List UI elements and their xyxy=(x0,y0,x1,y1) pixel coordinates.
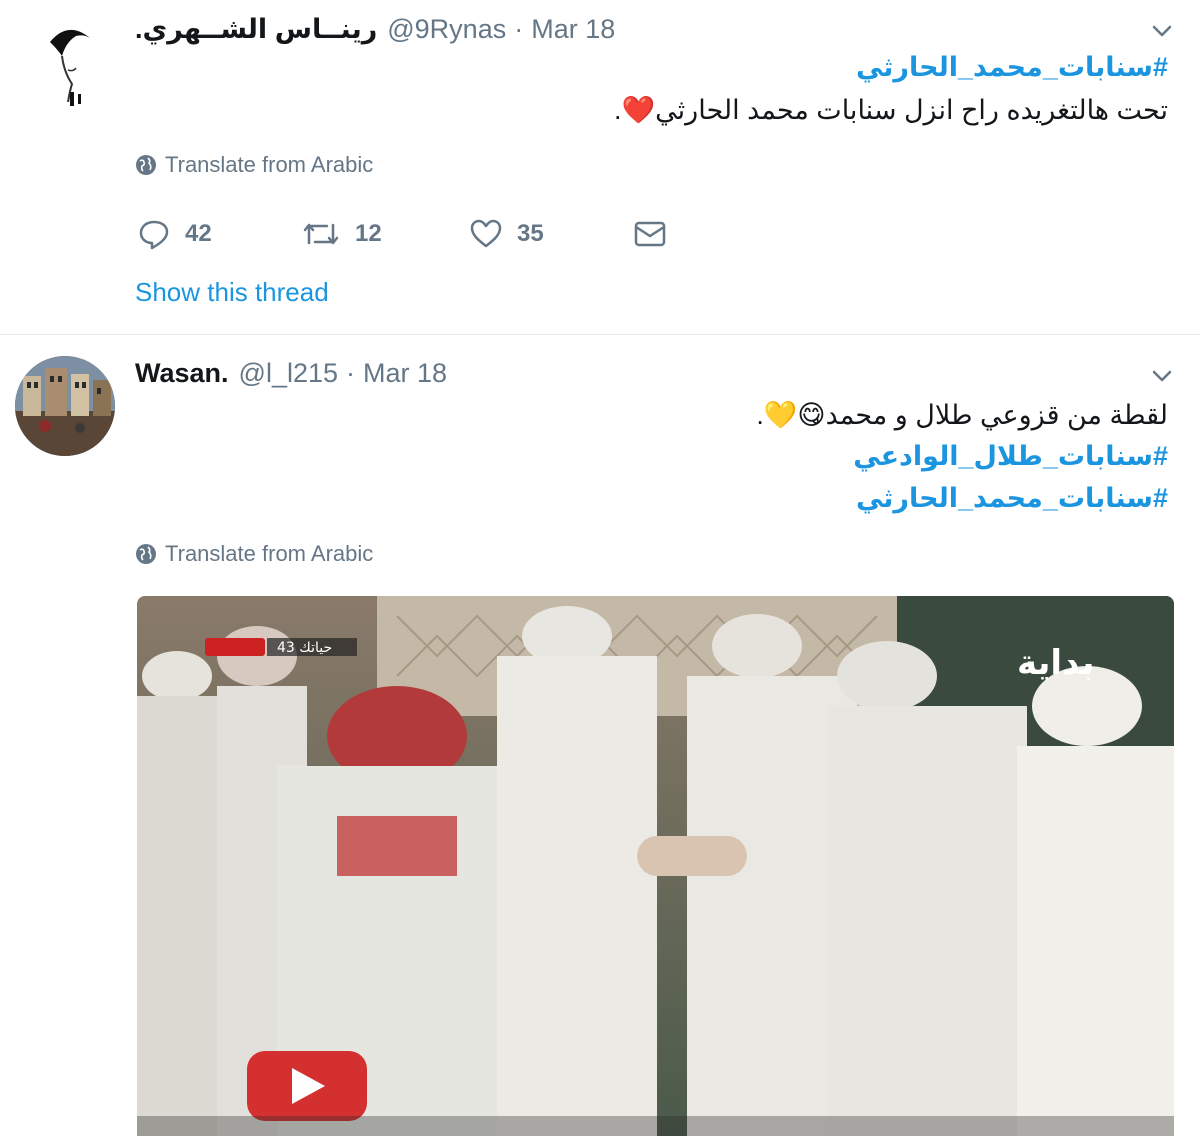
tweet-header: Wasan. @l_l215 · Mar 18 xyxy=(135,356,447,390)
play-icon xyxy=(247,1051,367,1121)
avatar[interactable] xyxy=(18,12,116,110)
globe-icon xyxy=(136,544,156,564)
tweet-text: تحت هالتغريده راح انزل سنابات محمد الحار… xyxy=(614,95,1168,125)
reply-button[interactable]: 42 xyxy=(137,214,212,254)
dm-button[interactable] xyxy=(633,214,667,254)
translate-label[interactable]: Translate from Arabic xyxy=(165,541,373,567)
translate-link[interactable]: Translate from Arabic xyxy=(135,152,373,178)
display-name[interactable]: Wasan. xyxy=(135,358,229,389)
tweet-text: لقطة من قزوعي طلال و محمد😋💛. xyxy=(756,400,1168,430)
tweet[interactable]: Wasan. @l_l215 · Mar 18 لقطة من قزوعي طل… xyxy=(0,335,1200,1136)
retweet-button[interactable]: 12 xyxy=(301,214,382,254)
avatar[interactable] xyxy=(15,356,115,456)
separator-dot: · xyxy=(514,13,524,44)
user-handle[interactable]: @l_l215 xyxy=(239,358,338,389)
tweet-date[interactable]: Mar 18 xyxy=(363,358,447,389)
video-player[interactable]: حياتك 43 بداية xyxy=(137,596,1174,1136)
show-thread-link[interactable]: Show this thread xyxy=(135,277,329,308)
tweet[interactable]: رينــاس الشــهري. @9Rynas · Mar 18 #سناب… xyxy=(0,0,1200,335)
translate-link[interactable]: Translate from Arabic xyxy=(135,541,373,567)
hashtag-link[interactable]: #سنابات_طلال_الوادعي xyxy=(853,441,1168,472)
like-button[interactable]: 35 xyxy=(469,214,544,254)
tweet-header: رينــاس الشــهري. @9Rynas · Mar 18 xyxy=(135,12,615,46)
globe-icon xyxy=(136,155,156,175)
channel-overlay-text: حياتك 43 xyxy=(277,640,332,656)
chevron-down-icon[interactable] xyxy=(1149,363,1175,389)
hashtag-link[interactable]: #سنابات_محمد_الحارثي xyxy=(856,52,1168,83)
envelope-icon xyxy=(634,221,666,247)
user-handle[interactable]: @9Rynas xyxy=(387,14,506,45)
hashtag-link[interactable]: #سنابات_محمد_الحارثي xyxy=(856,483,1168,514)
reply-icon xyxy=(139,220,169,250)
retweet-count: 12 xyxy=(355,220,382,247)
translate-label[interactable]: Translate from Arabic xyxy=(165,152,373,178)
chevron-down-icon[interactable] xyxy=(1149,18,1175,44)
tweet-date[interactable]: Mar 18 xyxy=(531,14,615,45)
separator-dot: · xyxy=(346,357,356,388)
heart-icon xyxy=(470,219,502,248)
display-name[interactable]: رينــاس الشــهري. xyxy=(135,14,377,45)
reply-count: 42 xyxy=(185,220,212,247)
channel-logo: بداية xyxy=(1017,643,1094,683)
like-count: 35 xyxy=(517,220,544,247)
video-thumbnail: حياتك 43 بداية xyxy=(137,596,1174,1136)
retweet-icon xyxy=(303,223,339,245)
